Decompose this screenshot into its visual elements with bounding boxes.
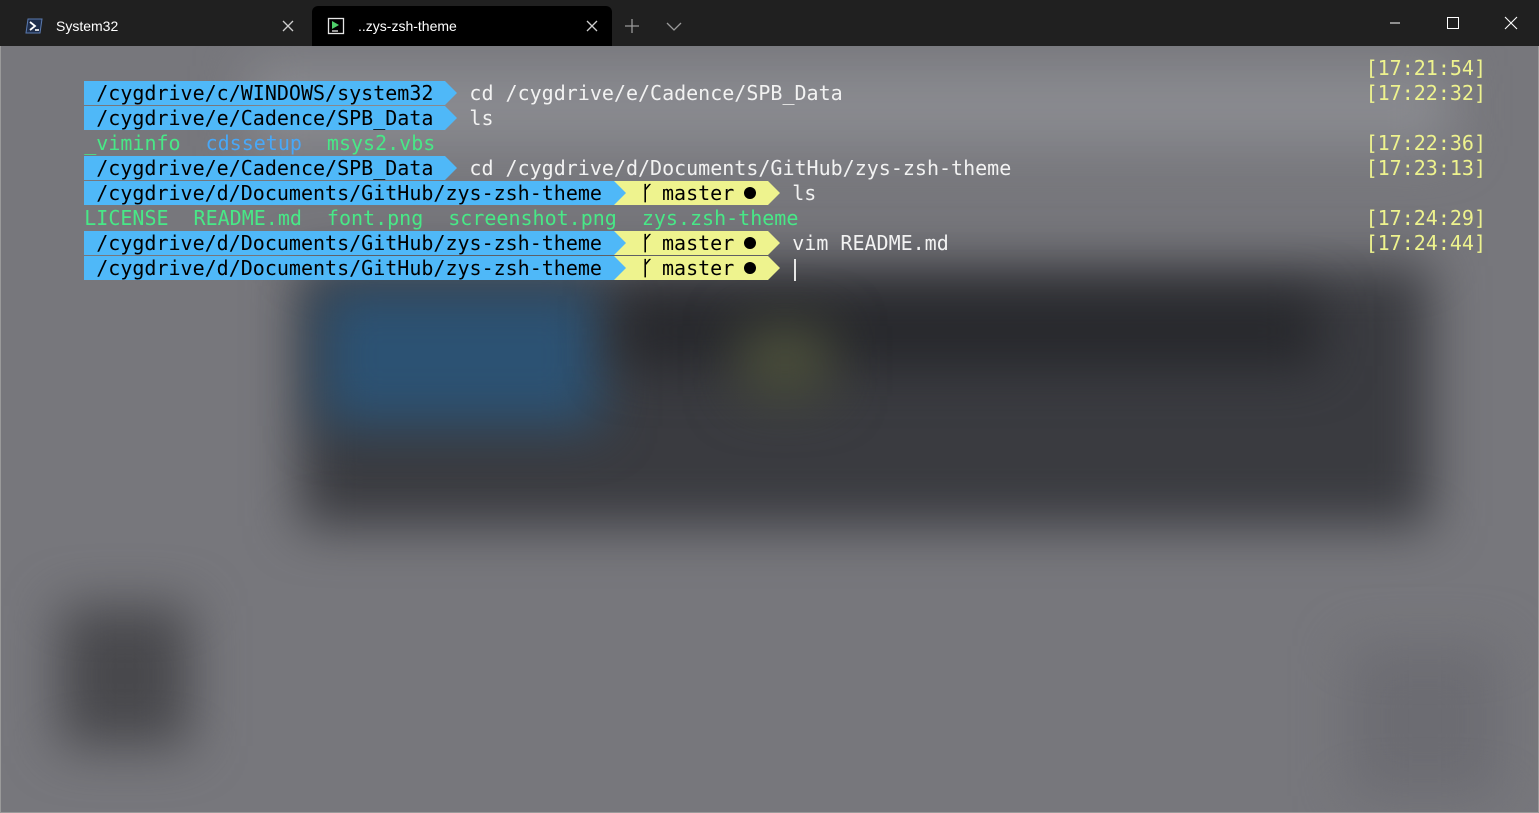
timestamp: [17:21:54] <box>1365 56 1486 80</box>
chevron-down-icon <box>666 22 682 31</box>
close-window-button[interactable] <box>1482 0 1539 46</box>
new-tab-button[interactable] <box>618 12 646 40</box>
branch-name: master <box>661 256 735 280</box>
maximize-icon <box>1447 17 1459 29</box>
minimize-button[interactable] <box>1366 0 1424 46</box>
tab-label: System32 <box>56 18 119 34</box>
timestamp: [17:22:36] <box>1365 131 1486 155</box>
git-branch-icon: ᚴ <box>640 256 653 280</box>
command-input[interactable] <box>780 256 792 280</box>
prompt-line: /cygdrive/d/Documents/GitHub/zys-zsh-the… <box>12 206 1492 255</box>
terminal-output: /cygdrive/c/WINDOWS/system32 cd /cygdrive… <box>12 56 1492 281</box>
title-bar: System32 ..zys-zsh-theme <box>0 0 1539 46</box>
text-cursor <box>794 258 797 281</box>
terminal-icon <box>326 16 346 36</box>
prompt-line: /cygdrive/e/Cadence/SPB_Data cd /cygdrive… <box>12 131 1492 180</box>
tab-zys-zsh-theme[interactable]: ..zys-zsh-theme <box>312 6 612 46</box>
output-line: _viminfo cdssetup msys2.vbs <box>12 106 1492 155</box>
close-tab-icon[interactable] <box>578 12 606 40</box>
powerline-separator <box>768 256 781 280</box>
powerline-separator <box>613 256 626 280</box>
terminal-pane[interactable]: /cygdrive/c/WINDOWS/system32 cd /cygdrive… <box>0 46 1539 813</box>
timestamp: [17:24:44] <box>1365 231 1486 255</box>
prompt-line: /cygdrive/c/WINDOWS/system32 cd /cygdrive… <box>12 56 1492 105</box>
maximize-button[interactable] <box>1424 0 1482 46</box>
timestamp: [17:23:13] <box>1365 156 1486 180</box>
prompt-line: /cygdrive/e/Cadence/SPB_Data ls [17:22:32… <box>12 81 1492 130</box>
powershell-icon <box>24 16 44 36</box>
timestamp: [17:24:29] <box>1365 206 1486 230</box>
close-tab-icon[interactable] <box>274 12 302 40</box>
prompt-line: /cygdrive/d/Documents/GitHub/zys-zsh-the… <box>12 156 1492 205</box>
tab-dropdown-button[interactable] <box>660 12 688 40</box>
timestamp: [17:22:32] <box>1365 81 1486 105</box>
close-icon <box>1504 16 1518 30</box>
tab-system32[interactable]: System32 <box>10 6 308 46</box>
git-branch-segment: ᚴ master <box>625 256 769 280</box>
plus-icon <box>625 19 639 33</box>
prompt-path: /cygdrive/d/Documents/GitHub/zys-zsh-the… <box>84 256 614 280</box>
minimize-icon <box>1390 22 1400 24</box>
prompt-line: /cygdrive/d/Documents/GitHub/zys-zsh-the… <box>12 231 1492 281</box>
dirty-indicator-icon <box>744 261 757 274</box>
tab-label: ..zys-zsh-theme <box>358 18 457 34</box>
output-line: LICENSE README.md font.png screenshot.png zy… <box>12 181 1492 230</box>
